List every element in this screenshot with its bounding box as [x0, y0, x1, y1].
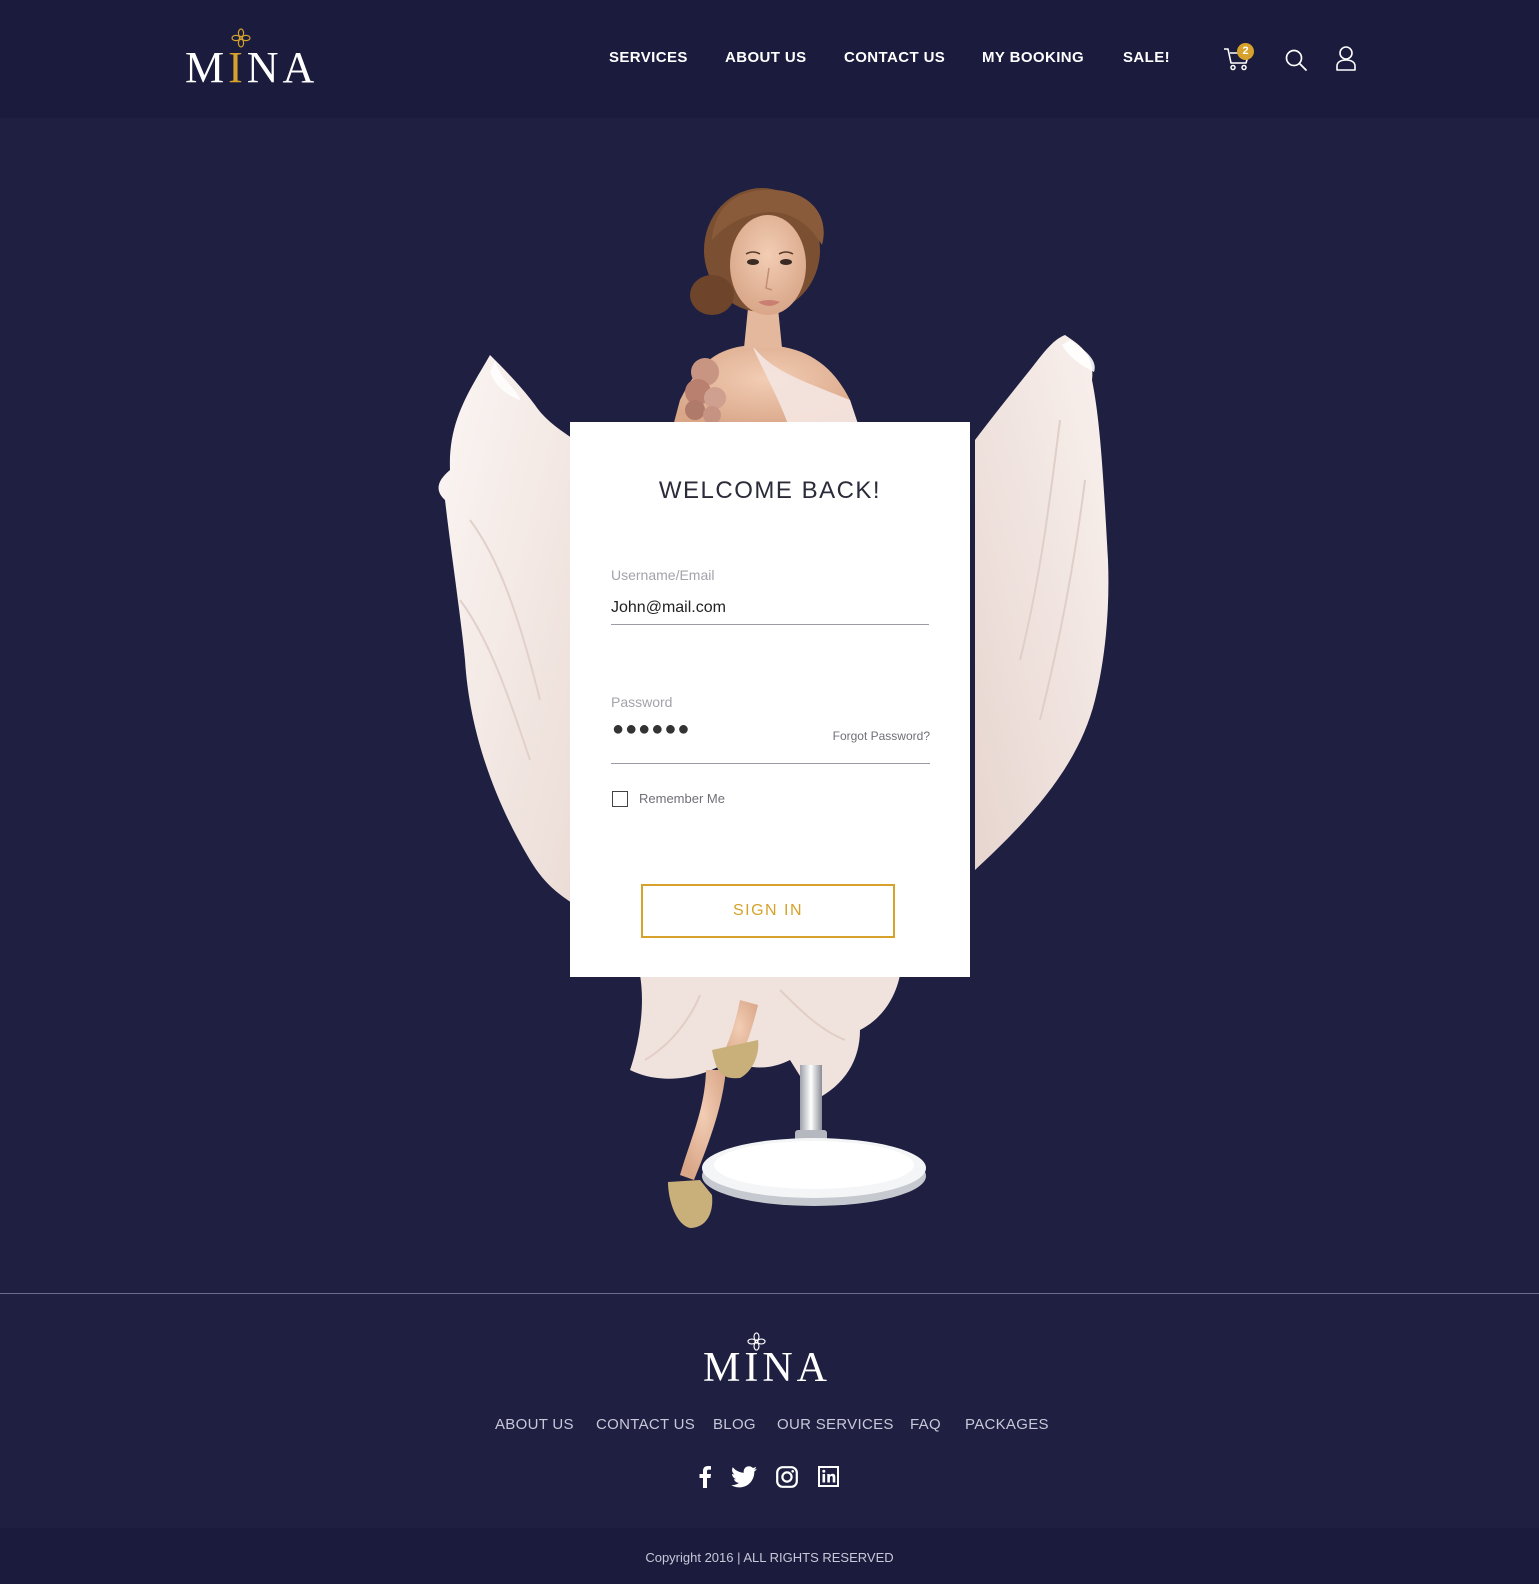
nav-sale[interactable]: SALE!	[1123, 49, 1170, 66]
hero-section: WELCOME BACK! Username/Email Password ●●…	[0, 118, 1539, 1293]
password-label: Password	[611, 694, 673, 710]
footer-link-our-services[interactable]: OUR SERVICES	[777, 1416, 894, 1433]
password-underline	[611, 763, 930, 764]
search-icon[interactable]	[1284, 48, 1308, 72]
footer-link-faq[interactable]: FAQ	[910, 1416, 941, 1433]
copyright-bar: Copyright 2016 | ALL RIGHTS RESERVED	[0, 1528, 1539, 1584]
facebook-icon[interactable]	[698, 1466, 712, 1488]
site-footer: MINA ABOUT US CONTACT US BLOG OUR SERVIC…	[0, 1294, 1539, 1528]
cart-count-badge: 2	[1237, 43, 1254, 60]
login-card: WELCOME BACK! Username/Email Password ●●…	[570, 422, 970, 977]
user-icon[interactable]	[1335, 45, 1357, 71]
password-input[interactable]: ●●●●●●	[612, 718, 690, 741]
username-label: Username/Email	[611, 567, 715, 583]
nav-contact-us[interactable]: CONTACT US	[844, 49, 945, 66]
instagram-icon[interactable]	[776, 1466, 798, 1488]
site-header: MINA SERVICES ABOUT US CONTACT US MY BOO…	[0, 0, 1539, 118]
footer-link-about-us[interactable]: ABOUT US	[495, 1416, 574, 1433]
twitter-icon[interactable]	[731, 1466, 757, 1488]
footer-link-contact-us[interactable]: CONTACT US	[596, 1416, 695, 1433]
footer-link-blog[interactable]: BLOG	[713, 1416, 756, 1433]
username-input[interactable]	[611, 591, 929, 625]
footer-link-packages[interactable]: PACKAGES	[965, 1416, 1049, 1433]
sign-in-button[interactable]: SIGN IN	[641, 884, 895, 938]
nav-about-us[interactable]: ABOUT US	[725, 49, 807, 66]
footer-logo[interactable]: MINA	[703, 1332, 843, 1391]
copyright-text: Copyright 2016 | ALL RIGHTS RESERVED	[645, 1550, 894, 1565]
nav-services[interactable]: SERVICES	[609, 49, 688, 66]
logo-wordmark: MINA	[185, 43, 319, 92]
nav-my-booking[interactable]: MY BOOKING	[982, 49, 1084, 66]
footer-logo-wordmark: MINA	[703, 1345, 831, 1391]
remember-me-checkbox[interactable]	[612, 791, 628, 807]
remember-me-label: Remember Me	[639, 791, 725, 806]
login-title: WELCOME BACK!	[658, 477, 882, 504]
forgot-password-link[interactable]: Forgot Password?	[820, 729, 930, 743]
linkedin-icon[interactable]	[818, 1466, 839, 1487]
brand-logo[interactable]: MINA	[185, 28, 335, 92]
